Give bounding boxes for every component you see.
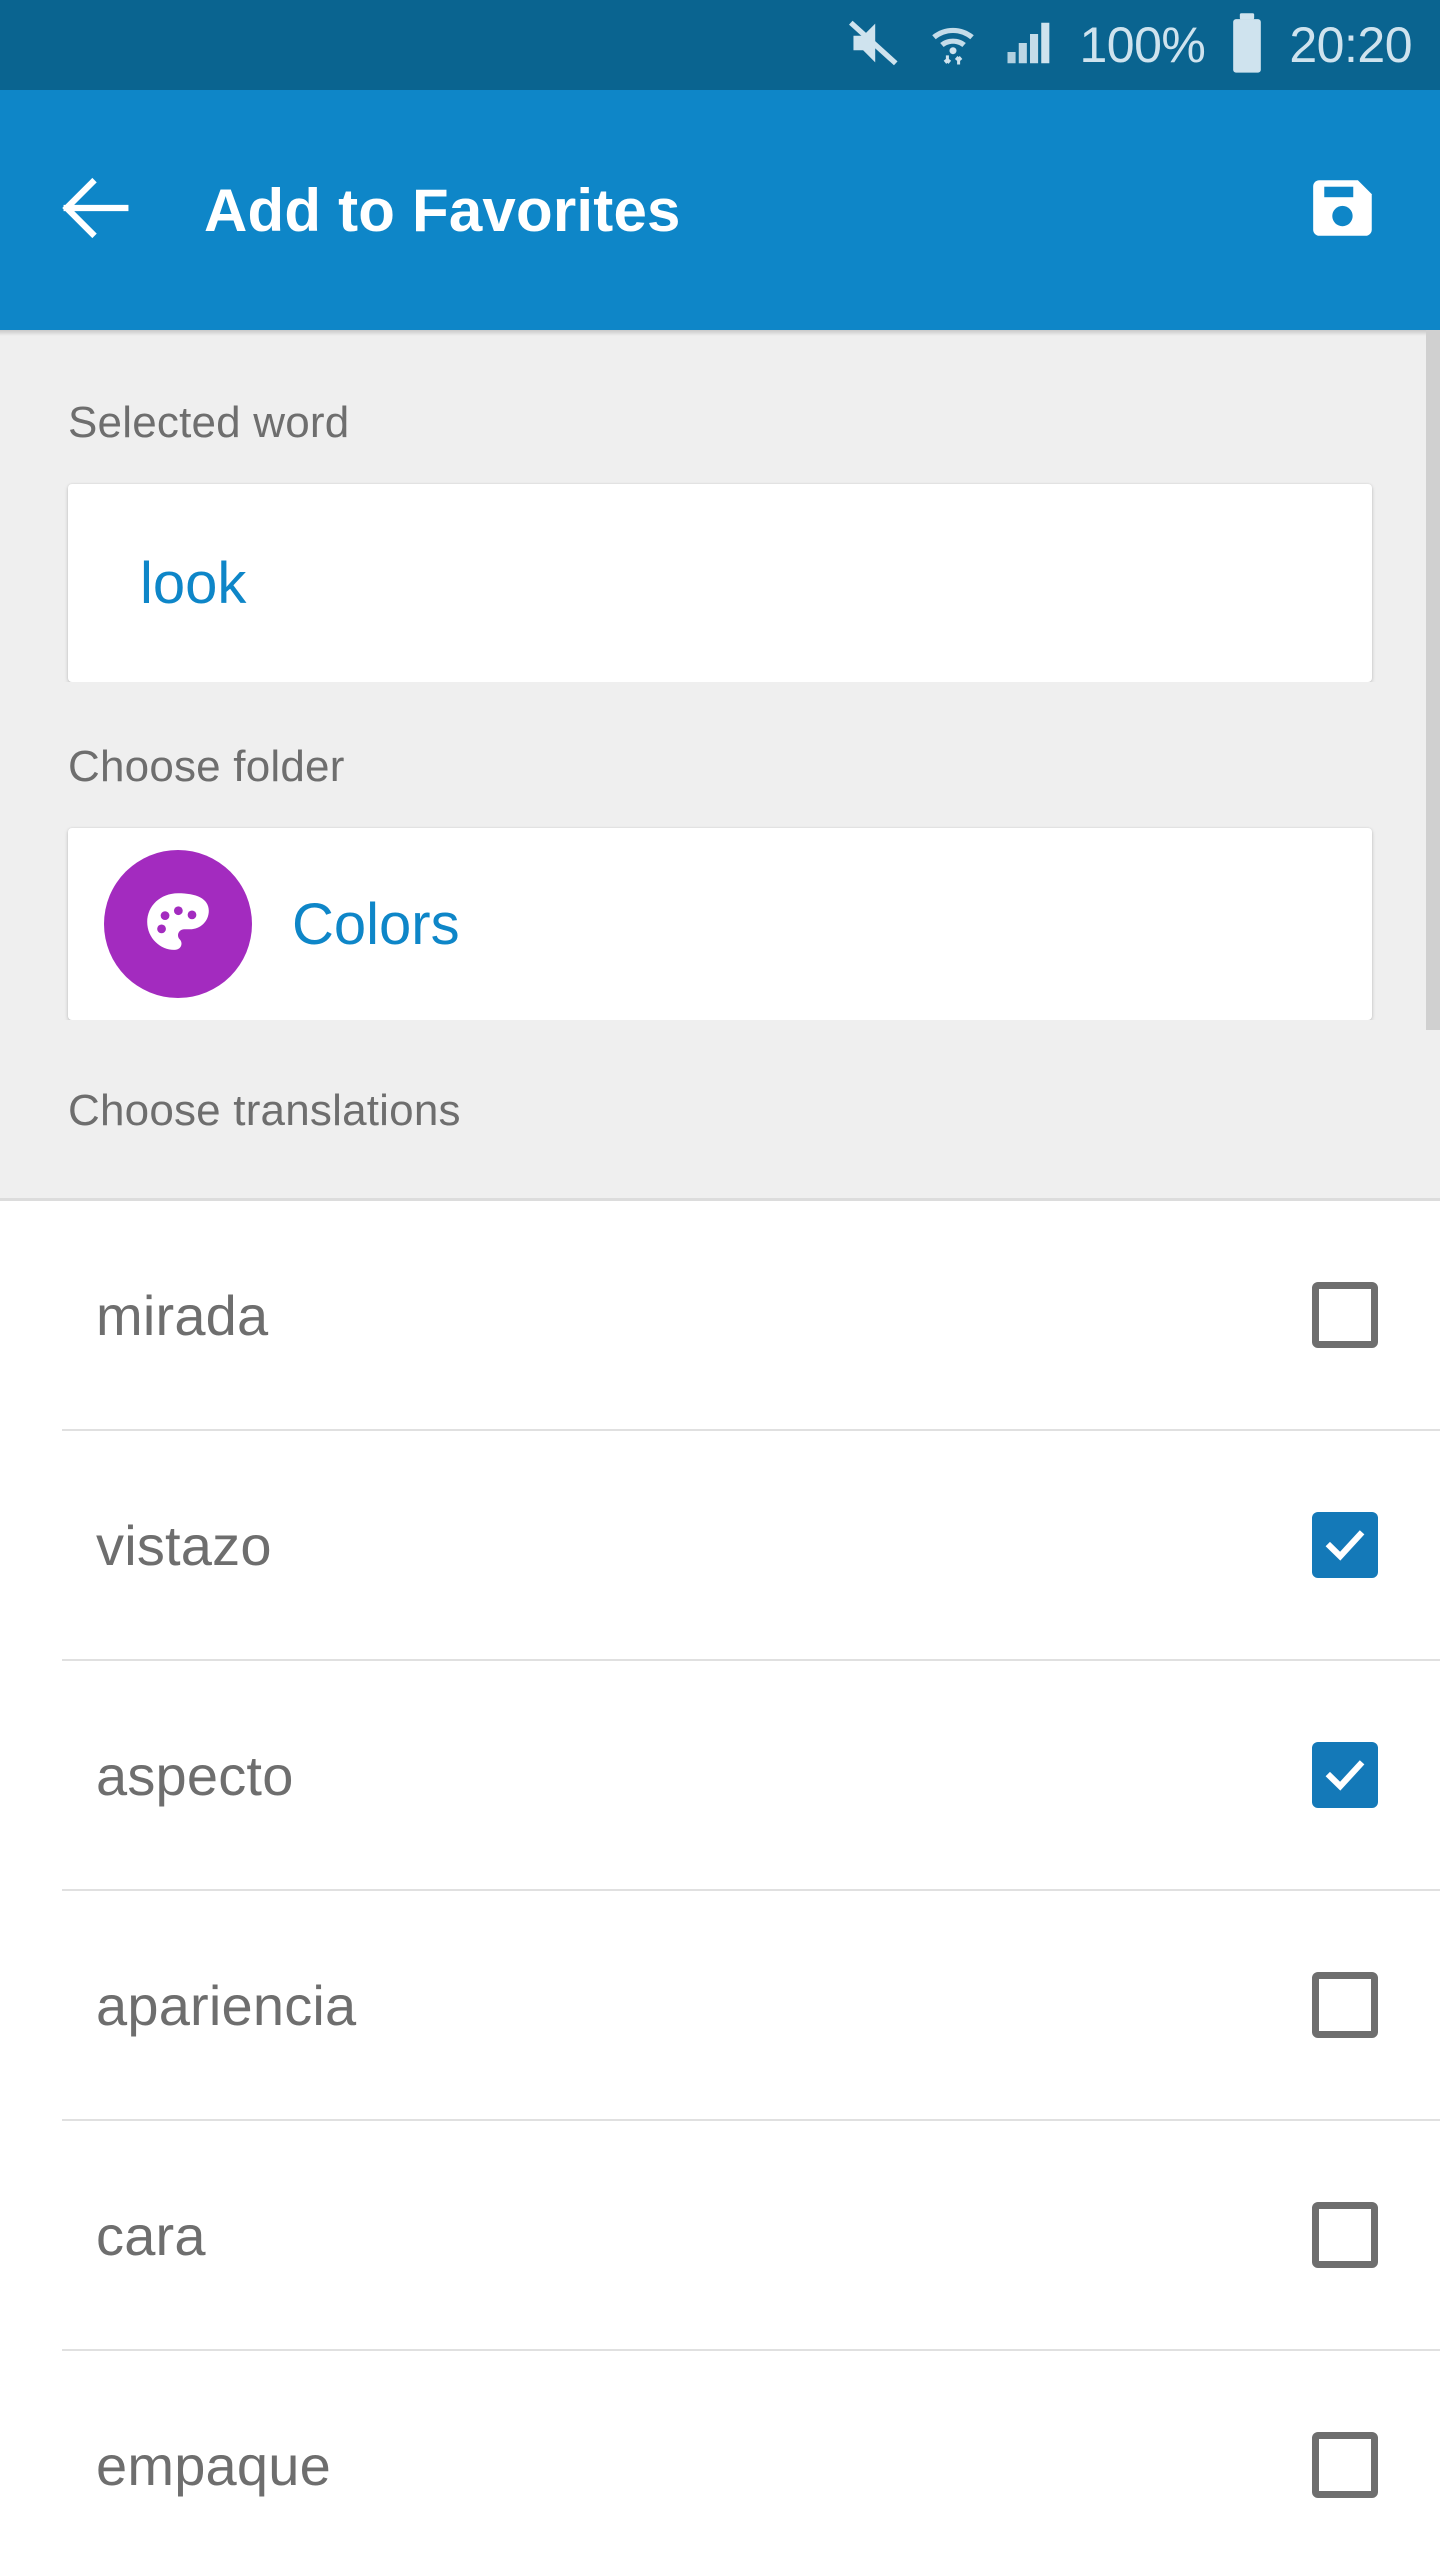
translation-label: vistazo <box>96 1513 272 1577</box>
translations-list: mirada vistazo aspecto apariencia cara empaqu… <box>0 1201 1440 2560</box>
check-icon <box>1325 1760 1365 1791</box>
translation-label: apariencia <box>96 1973 357 2037</box>
battery-icon <box>1227 12 1267 79</box>
translation-row[interactable]: vistazo <box>0 1431 1440 1659</box>
scrollbar-track[interactable] <box>1426 330 1440 2560</box>
translation-row[interactable]: empaque <box>0 2351 1440 2560</box>
folder-name-value: Colors <box>292 891 460 957</box>
selected-word-value: look <box>140 550 247 616</box>
choose-folder-section: Choose folder Colors <box>0 682 1440 1020</box>
save-button[interactable] <box>1292 158 1396 262</box>
choose-translations-label: Choose translations <box>68 1086 461 1135</box>
checkbox-unchecked[interactable] <box>1312 1282 1378 1348</box>
translation-row[interactable]: cara <box>0 2121 1440 2349</box>
scrollbar-thumb[interactable] <box>1426 330 1440 1030</box>
app-bar: Add to Favorites <box>0 90 1440 330</box>
page-title: Add to Favorites <box>204 176 681 244</box>
selected-word-label: Selected word <box>68 398 350 447</box>
choose-translations-section: Choose translations <box>0 1020 1440 1198</box>
status-bar-icons: 100% 20:20 <box>845 12 1412 79</box>
battery-percent-label: 100% <box>1079 17 1206 73</box>
translation-row[interactable]: aspecto <box>0 1661 1440 1889</box>
back-button[interactable] <box>44 158 148 262</box>
translation-label: mirada <box>96 1283 269 1347</box>
translation-label: empaque <box>96 2433 331 2497</box>
checkbox-checked[interactable] <box>1312 1512 1378 1578</box>
arrow-left-icon <box>52 164 140 257</box>
palette-icon <box>104 850 252 998</box>
wifi-icon <box>925 15 981 76</box>
translation-row[interactable]: mirada <box>0 1201 1440 1429</box>
form-content: Selected word look Choose folder Colors … <box>0 330 1440 2560</box>
checkbox-unchecked[interactable] <box>1312 1972 1378 2038</box>
translation-row[interactable]: apariencia <box>0 1891 1440 2119</box>
folder-selector[interactable]: Colors <box>68 828 1372 1020</box>
cellular-signal-icon <box>1003 16 1057 75</box>
translation-label: aspecto <box>96 1743 294 1807</box>
checkbox-unchecked[interactable] <box>1312 2202 1378 2268</box>
selected-word-field[interactable]: look <box>68 484 1372 682</box>
translation-label: cara <box>96 2203 206 2267</box>
app-screen: 100% 20:20 Add to Favorites Selected wor… <box>0 0 1440 2560</box>
clock-label: 20:20 <box>1289 17 1412 73</box>
status-bar: 100% 20:20 <box>0 0 1440 90</box>
selected-word-section: Selected word look <box>0 336 1440 682</box>
checkbox-unchecked[interactable] <box>1312 2432 1378 2498</box>
checkbox-checked[interactable] <box>1312 1742 1378 1808</box>
save-floppy-icon <box>1307 171 1381 250</box>
check-icon <box>1325 1530 1365 1561</box>
choose-folder-label: Choose folder <box>68 742 345 791</box>
volume-mute-icon <box>845 14 903 77</box>
